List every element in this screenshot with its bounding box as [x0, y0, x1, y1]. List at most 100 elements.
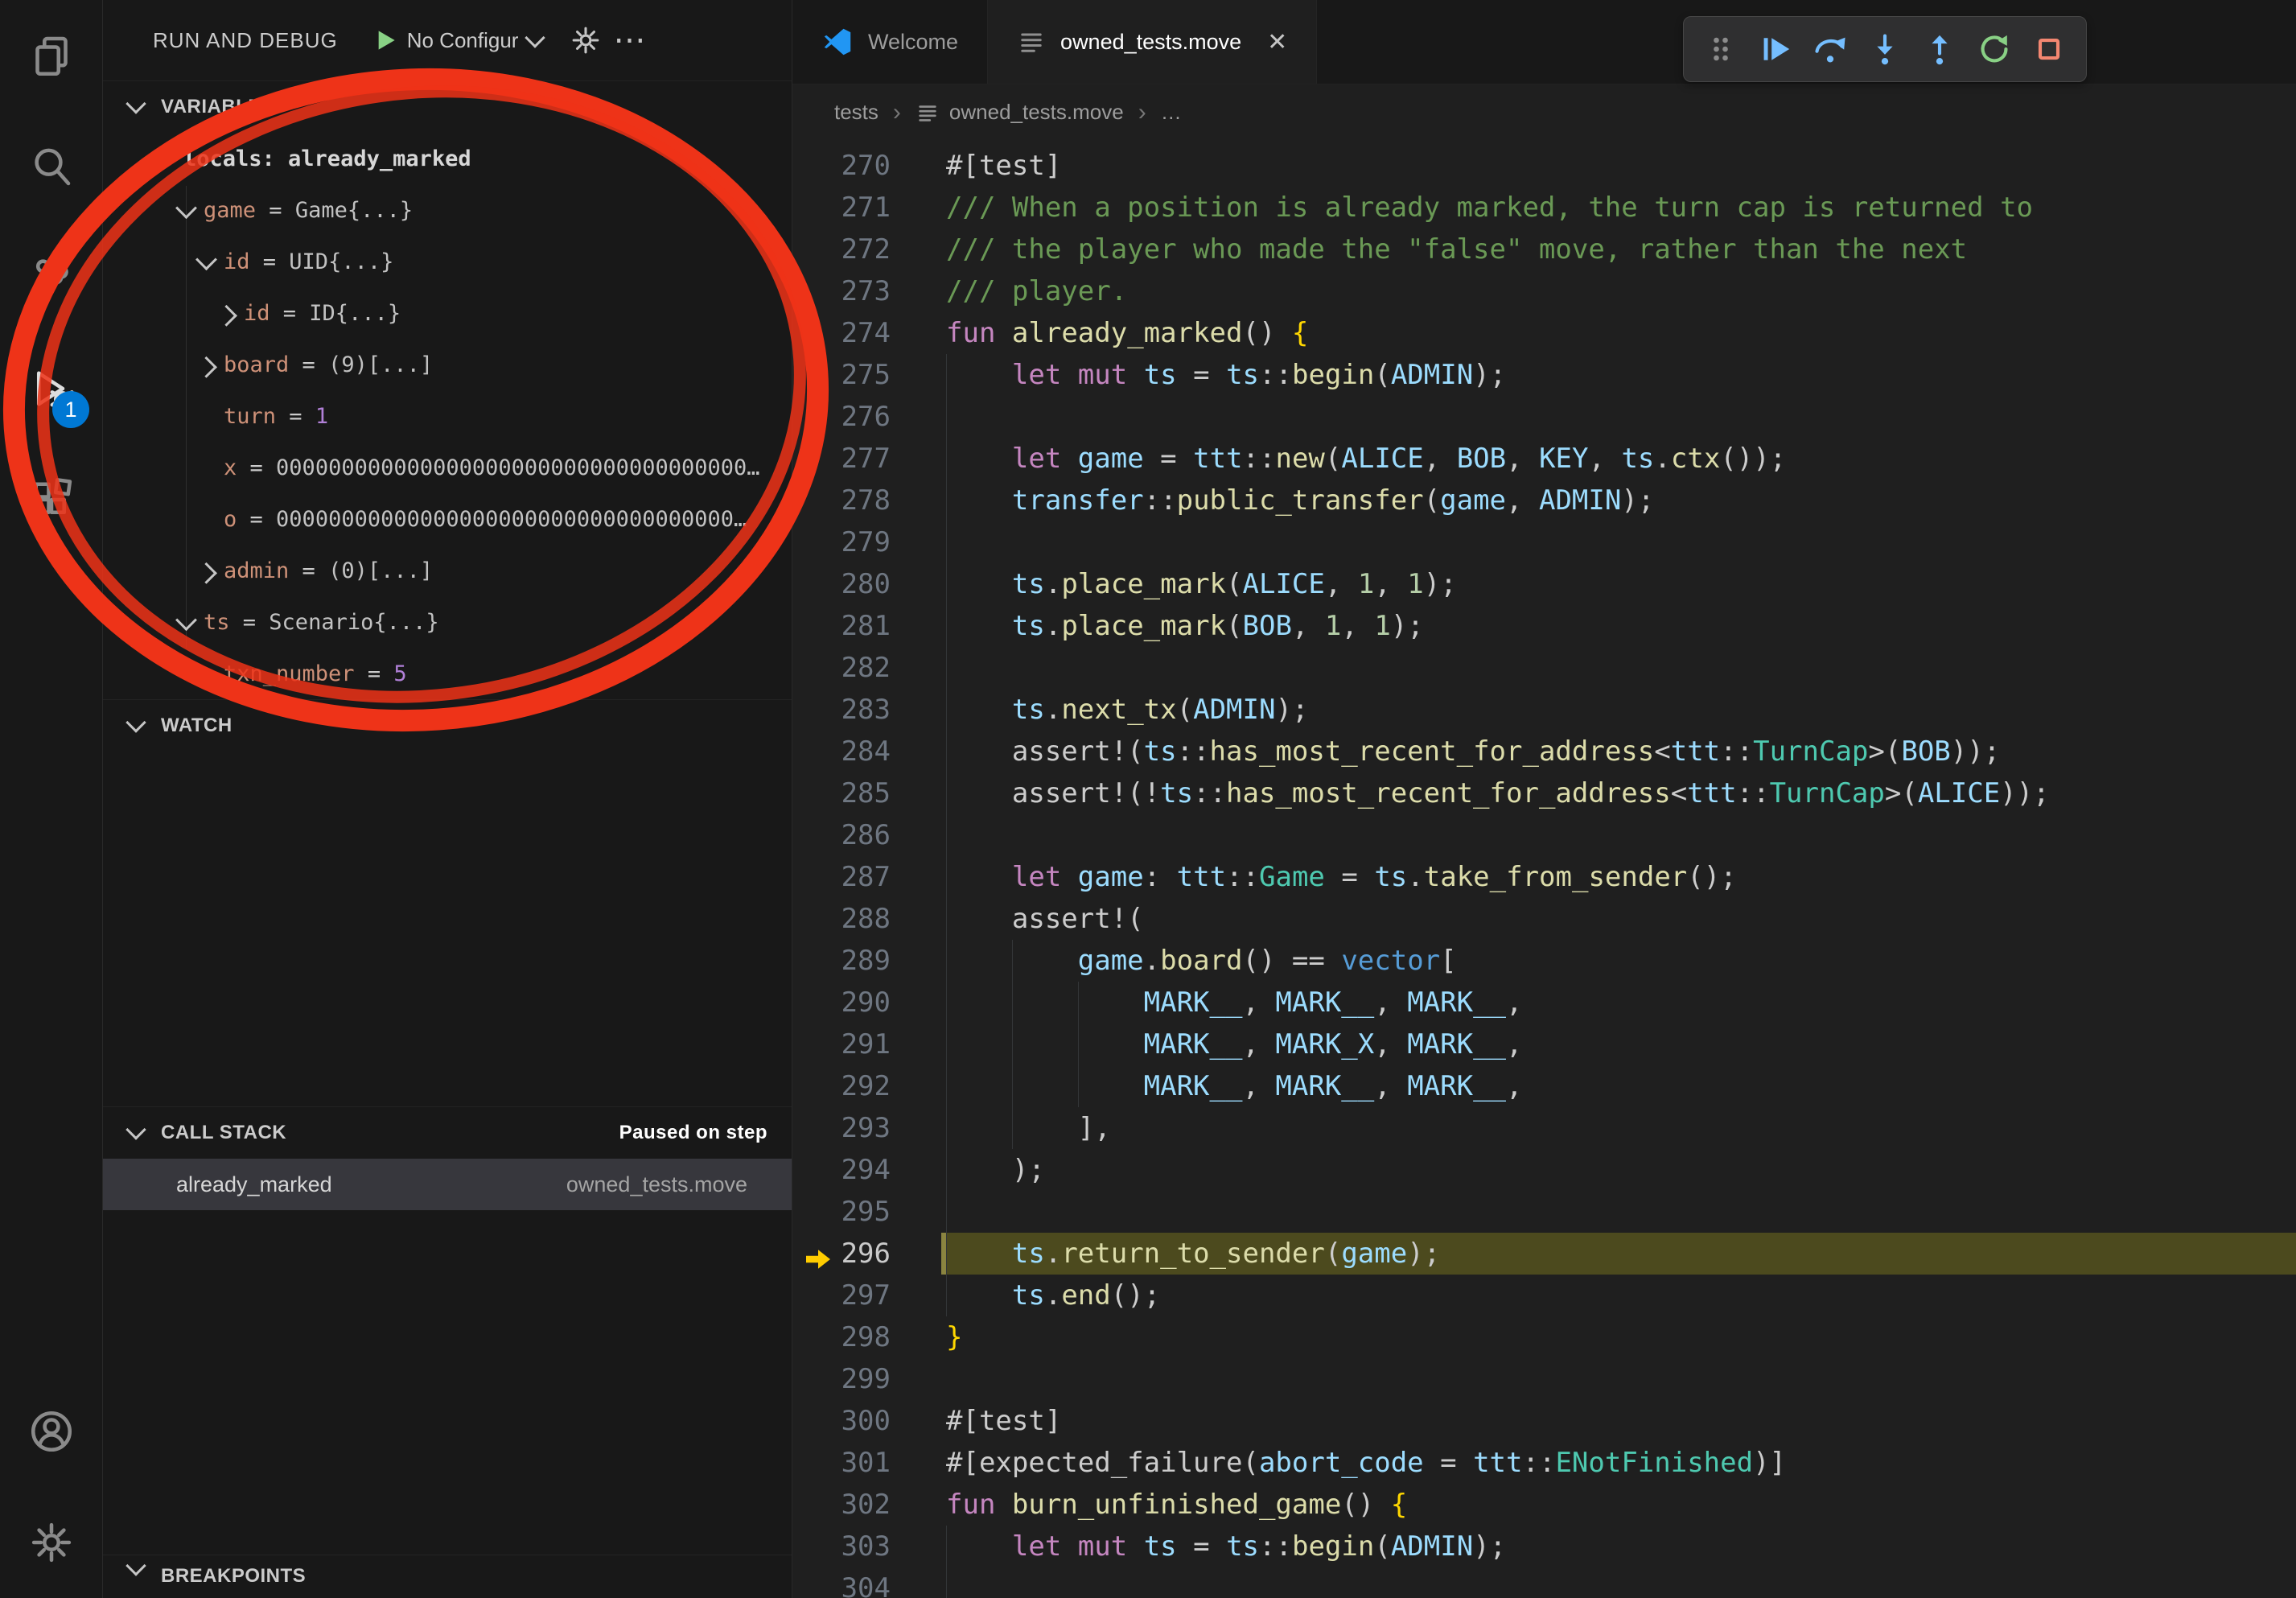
gutter[interactable]: 288 [792, 903, 946, 935]
code-text[interactable]: game.board() == vector[ [946, 940, 2296, 982]
continue-icon[interactable] [1751, 25, 1800, 73]
code-text[interactable]: ts.end(); [946, 1275, 2296, 1316]
gutter[interactable]: 272 [792, 233, 946, 266]
variable-row[interactable]: id = ID{...} [103, 287, 792, 339]
gutter[interactable]: 304 [792, 1572, 946, 1598]
variable-row[interactable]: board = (9)[...] [103, 339, 792, 390]
code-text[interactable]: let mut ts = ts::begin(ADMIN); [946, 1526, 2296, 1567]
gutter[interactable]: 280 [792, 568, 946, 600]
chevron-right-icon[interactable] [208, 295, 244, 331]
debug-settings-gear-icon[interactable] [563, 18, 608, 63]
variables-section-header[interactable]: VARIABLES [103, 80, 792, 133]
call-stack-section-header[interactable]: CALL STACK Paused on step [103, 1106, 792, 1159]
variable-row[interactable]: id = UID{...} [103, 236, 792, 287]
code-text[interactable]: assert!(ts::has_most_recent_for_address<… [946, 731, 2296, 772]
drag-handle-icon[interactable] [1697, 25, 1745, 73]
code-text[interactable] [946, 521, 2296, 563]
code-text[interactable]: fun burn_unfinished_game() { [946, 1484, 2296, 1526]
gutter[interactable]: 294 [792, 1154, 946, 1186]
explorer-icon[interactable] [0, 0, 102, 111]
more-actions-icon[interactable]: ⋯ [613, 22, 647, 59]
gutter[interactable]: 276 [792, 401, 946, 433]
run-and-debug-icon[interactable]: 1 [0, 333, 102, 444]
gutter[interactable]: 295 [792, 1196, 946, 1228]
code-text[interactable] [946, 1358, 2296, 1400]
breadcrumb-tests[interactable]: tests [834, 100, 878, 125]
gutter[interactable]: 301 [792, 1447, 946, 1479]
variable-row[interactable]: x = 000000000000000000000000000000000000… [103, 442, 792, 493]
call-stack-frame[interactable]: already_marked owned_tests.move [103, 1159, 792, 1210]
code-text[interactable]: assert!( [946, 898, 2296, 940]
gutter[interactable]: 290 [792, 986, 946, 1019]
gutter[interactable]: 281 [792, 610, 946, 642]
search-icon[interactable] [0, 111, 102, 222]
stop-icon[interactable] [2025, 25, 2073, 73]
breadcrumb-more[interactable]: … [1161, 100, 1182, 125]
variable-row[interactable]: admin = (0)[...] [103, 545, 792, 596]
gutter[interactable]: 297 [792, 1279, 946, 1312]
gutter[interactable]: 292 [792, 1070, 946, 1102]
gutter[interactable]: 287 [792, 861, 946, 893]
code-text[interactable]: MARK__, MARK_X, MARK__, [946, 1023, 2296, 1065]
gutter[interactable]: 278 [792, 484, 946, 517]
tab-owned-tests[interactable]: owned_tests.move ✕ [988, 0, 1317, 84]
step-over-icon[interactable] [1806, 25, 1854, 73]
code-text[interactable]: #[test] [946, 1400, 2296, 1442]
gutter[interactable]: 298 [792, 1321, 946, 1353]
code-text[interactable] [946, 647, 2296, 689]
code-text[interactable]: ts.return_to_sender(game); [941, 1233, 2296, 1275]
gutter[interactable]: 279 [792, 526, 946, 558]
variables-scope-row[interactable]: locals: already_marked [103, 133, 792, 184]
code-text[interactable]: /// the player who made the "false" move… [946, 229, 2296, 270]
code-text[interactable]: fun already_marked() { [946, 312, 2296, 354]
code-lines[interactable]: 270#[test]271/// When a position is alre… [792, 140, 2296, 1598]
code-text[interactable]: ts.place_mark(BOB, 1, 1); [946, 605, 2296, 647]
gutter[interactable]: 299 [792, 1363, 946, 1395]
gutter[interactable]: 284 [792, 735, 946, 768]
variable-row[interactable]: txn_number = 5 [103, 648, 792, 699]
gutter[interactable]: 283 [792, 694, 946, 726]
gutter[interactable]: 291 [792, 1028, 946, 1061]
gutter[interactable]: 274 [792, 317, 946, 349]
watch-section-header[interactable]: WATCH [103, 699, 792, 752]
chevron-right-icon[interactable] [188, 347, 224, 382]
code-text[interactable]: ts.next_tx(ADMIN); [946, 689, 2296, 731]
breadcrumb-file[interactable]: owned_tests.move [916, 100, 1124, 125]
code-text[interactable]: #[expected_failure(abort_code = ttt::ENo… [946, 1442, 2296, 1484]
tab-welcome[interactable]: Welcome [792, 0, 988, 84]
code-text[interactable]: let game = ttt::new(ALICE, BOB, KEY, ts.… [946, 438, 2296, 480]
gutter[interactable]: 271 [792, 192, 946, 224]
variable-row[interactable]: game = Game{...} [103, 184, 792, 236]
step-out-icon[interactable] [1915, 25, 1964, 73]
gutter[interactable]: 282 [792, 652, 946, 684]
code-text[interactable]: MARK__, MARK__, MARK__, [946, 1065, 2296, 1107]
code-text[interactable]: ], [946, 1107, 2296, 1149]
gutter[interactable]: 286 [792, 819, 946, 851]
chevron-down-icon[interactable] [148, 141, 183, 176]
accounts-icon[interactable] [0, 1376, 102, 1487]
code-text[interactable]: /// player. [946, 270, 2296, 312]
code-text[interactable] [946, 814, 2296, 856]
chevron-right-icon[interactable] [188, 553, 224, 588]
gutter[interactable]: 270 [792, 150, 946, 182]
chevron-down-icon[interactable] [188, 244, 224, 279]
code-text[interactable]: #[test] [946, 145, 2296, 187]
code-text[interactable]: /// When a position is already marked, t… [946, 187, 2296, 229]
code-text[interactable]: ts.place_mark(ALICE, 1, 1); [946, 563, 2296, 605]
code-text[interactable]: } [946, 1316, 2296, 1358]
gutter[interactable]: 296 [792, 1238, 946, 1270]
code-text[interactable]: let mut ts = ts::begin(ADMIN); [946, 354, 2296, 396]
gutter[interactable]: 302 [792, 1489, 946, 1521]
gutter[interactable]: 285 [792, 777, 946, 809]
debug-config-dropdown[interactable]: No Configur [373, 28, 543, 53]
settings-gear-icon[interactable] [0, 1487, 102, 1598]
gutter[interactable]: 303 [792, 1530, 946, 1563]
code-text[interactable]: let game: ttt::Game = ts.take_from_sende… [946, 856, 2296, 898]
gutter[interactable]: 275 [792, 359, 946, 391]
code-text[interactable] [946, 1191, 2296, 1233]
close-icon[interactable]: ✕ [1267, 28, 1287, 56]
gutter[interactable]: 277 [792, 443, 946, 475]
restart-icon[interactable] [1970, 25, 2018, 73]
variable-row[interactable]: ts = Scenario{...} [103, 596, 792, 648]
code-text[interactable]: MARK__, MARK__, MARK__, [946, 982, 2296, 1023]
